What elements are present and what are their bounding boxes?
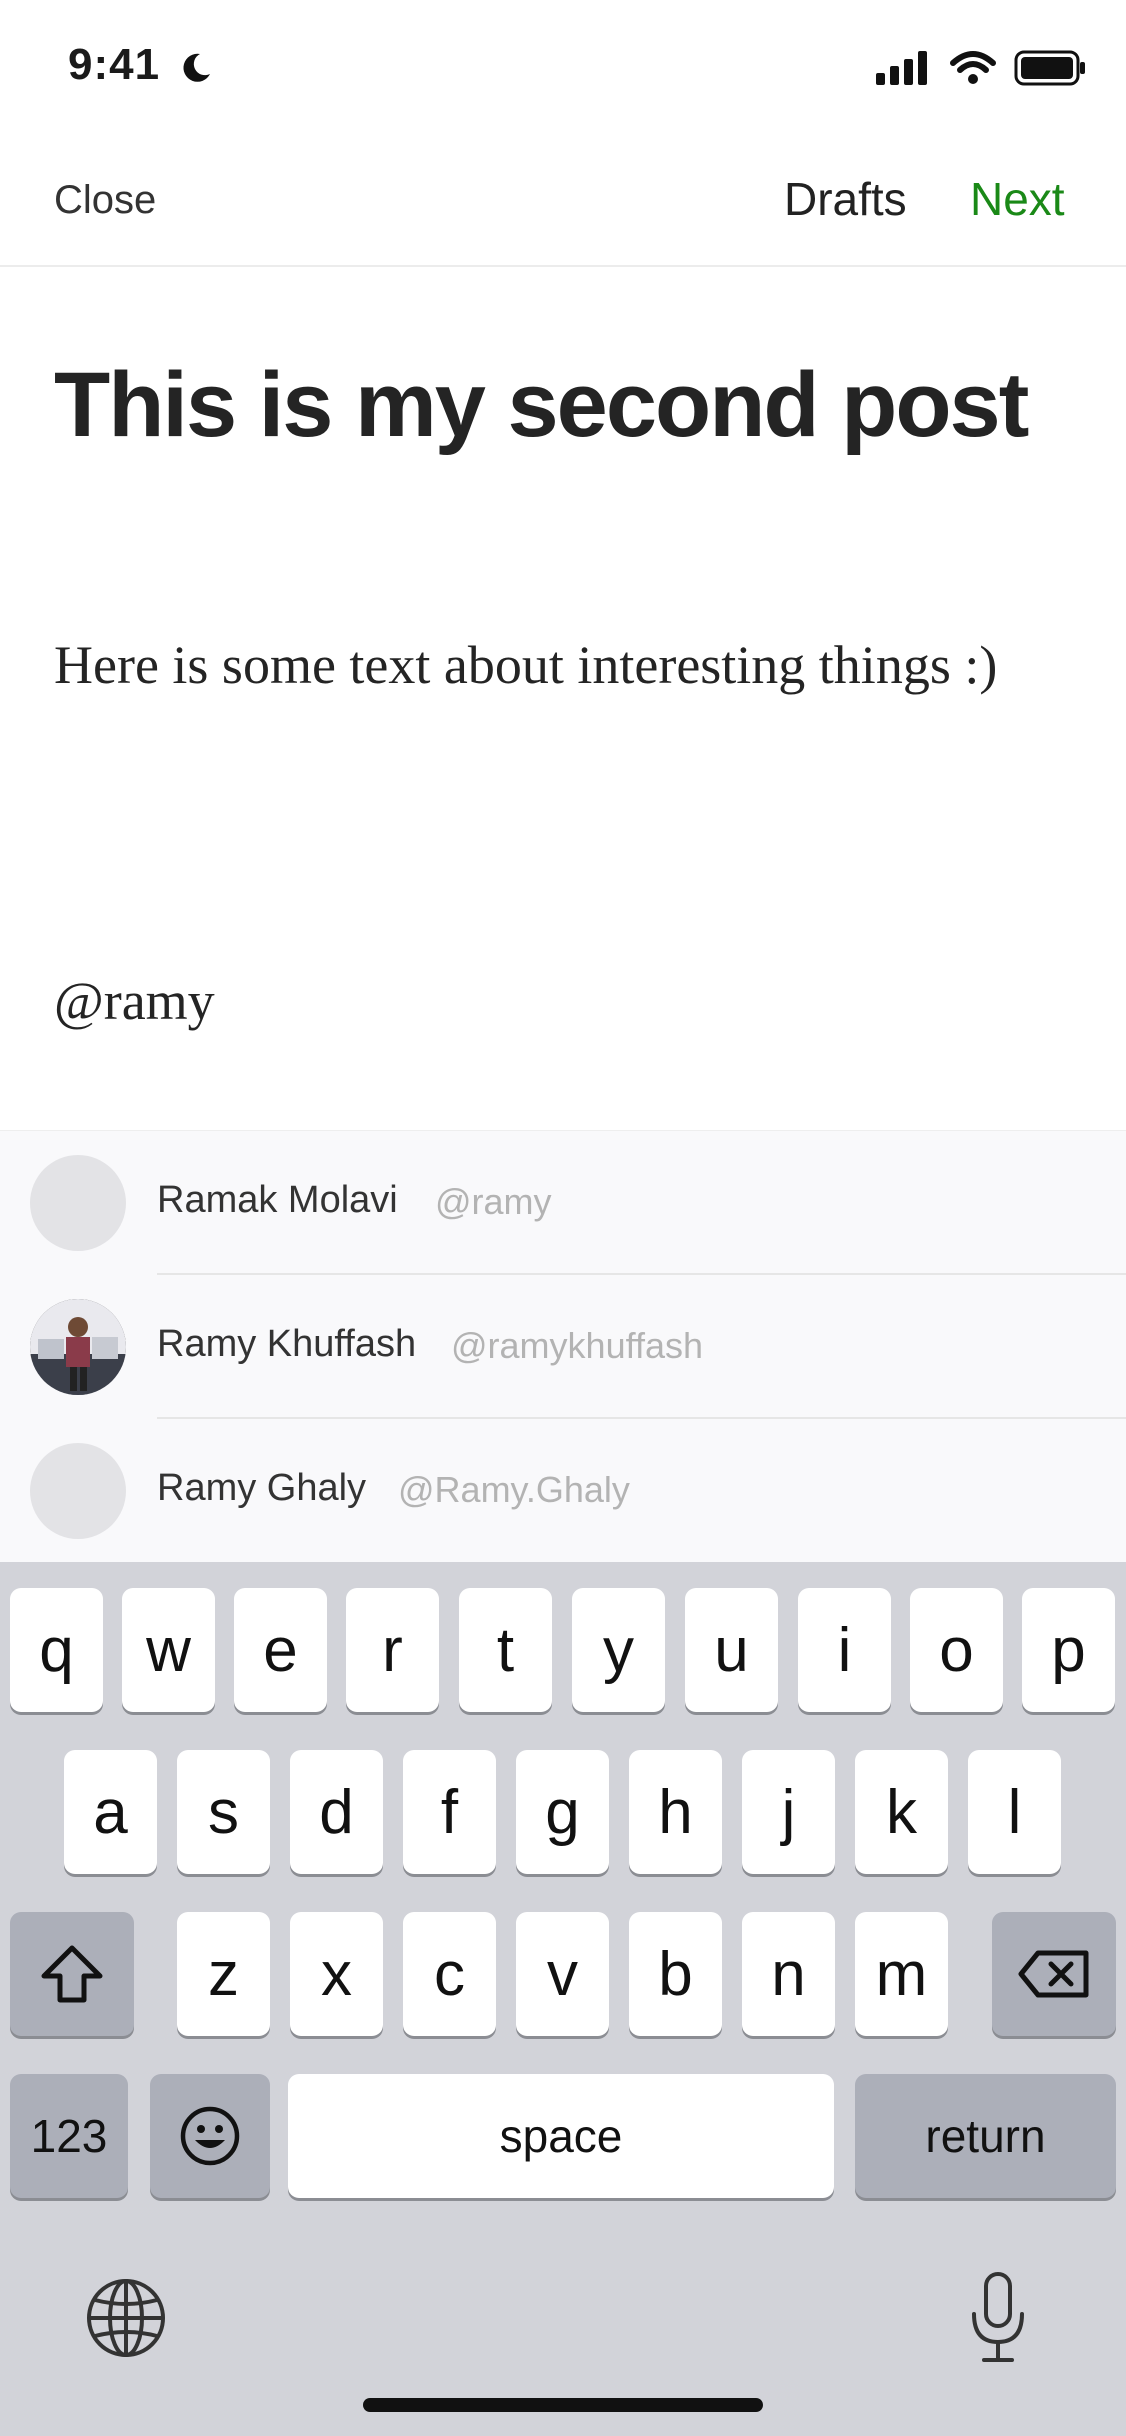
microphone-icon[interactable] — [966, 2270, 1030, 2366]
key-h[interactable]: h — [629, 1750, 722, 1874]
suggestion-item[interactable]: Ramak Molavi @ramy — [0, 1131, 1126, 1275]
avatar — [30, 1443, 126, 1539]
drafts-button[interactable]: Drafts — [784, 172, 907, 226]
user-photo-icon — [30, 1299, 126, 1395]
moon-icon — [183, 53, 210, 82]
key-c[interactable]: c — [403, 1912, 496, 2036]
suggestion-handle: @ramy — [435, 1181, 552, 1222]
keyboard: q w e r t y u i o p a s d f g h j k l z … — [0, 1562, 1126, 2436]
next-button[interactable]: Next — [970, 172, 1065, 226]
key-b[interactable]: b — [629, 1912, 722, 2036]
suggestion-name: Ramak Molavi — [157, 1179, 398, 1221]
key-z[interactable]: z — [177, 1912, 270, 2036]
backspace-icon — [1018, 1950, 1089, 1998]
shift-key[interactable] — [10, 1912, 134, 2036]
status-time: 9:41 — [68, 40, 161, 89]
key-j[interactable]: j — [742, 1750, 835, 1874]
space-key[interactable]: space — [288, 2074, 834, 2198]
wifi-icon — [950, 51, 996, 84]
backspace-key[interactable] — [992, 1912, 1116, 2036]
key-e[interactable]: e — [234, 1588, 327, 1712]
key-k[interactable]: k — [855, 1750, 948, 1874]
signal-icon — [876, 51, 927, 85]
key-s[interactable]: s — [177, 1750, 270, 1874]
globe-icon[interactable] — [84, 2276, 168, 2360]
key-i[interactable]: i — [798, 1588, 891, 1712]
key-f[interactable]: f — [403, 1750, 496, 1874]
post-body[interactable]: Here is some text about interesting thin… — [54, 620, 1054, 710]
key-t[interactable]: t — [459, 1588, 552, 1712]
status-bar: 9:41 — [0, 0, 1126, 140]
key-p[interactable]: p — [1022, 1588, 1115, 1712]
avatar — [30, 1155, 126, 1251]
home-indicator[interactable] — [363, 2398, 763, 2412]
suggestion-item[interactable]: Ramy Ghaly @Ramy.Ghaly — [0, 1419, 1126, 1563]
key-d[interactable]: d — [290, 1750, 383, 1874]
post-title[interactable]: This is my second post — [54, 350, 1094, 460]
mention-suggestions: Ramak Molavi @ramy Ramy Khuffash @ramykh… — [0, 1130, 1126, 1563]
mention-input[interactable]: @ramy — [54, 970, 215, 1032]
key-l[interactable]: l — [968, 1750, 1061, 1874]
return-key[interactable]: return — [855, 2074, 1116, 2198]
emoji-icon — [180, 2106, 240, 2166]
key-o[interactable]: o — [910, 1588, 1003, 1712]
key-v[interactable]: v — [516, 1912, 609, 2036]
key-y[interactable]: y — [572, 1588, 665, 1712]
key-a[interactable]: a — [64, 1750, 157, 1874]
key-w[interactable]: w — [122, 1588, 215, 1712]
key-m[interactable]: m — [855, 1912, 948, 2036]
status-indicators — [876, 50, 1086, 86]
shift-icon — [41, 1945, 103, 2003]
close-button[interactable]: Close — [54, 178, 156, 223]
avatar — [30, 1299, 126, 1395]
suggestion-name: Ramy Ghaly — [157, 1467, 367, 1509]
key-g[interactable]: g — [516, 1750, 609, 1874]
key-n[interactable]: n — [742, 1912, 835, 2036]
key-u[interactable]: u — [685, 1588, 778, 1712]
key-x[interactable]: x — [290, 1912, 383, 2036]
emoji-key[interactable] — [150, 2074, 270, 2198]
numbers-key[interactable]: 123 — [10, 2074, 128, 2198]
suggestion-handle: @Ramy.Ghaly — [398, 1469, 630, 1510]
suggestion-handle: @ramykhuffash — [451, 1325, 703, 1366]
nav-bar: Close Drafts Next — [0, 140, 1126, 267]
suggestion-item[interactable]: Ramy Khuffash @ramykhuffash — [0, 1275, 1126, 1419]
battery-icon — [1014, 50, 1085, 86]
key-q[interactable]: q — [10, 1588, 103, 1712]
suggestion-name: Ramy Khuffash — [157, 1323, 417, 1365]
key-r[interactable]: r — [346, 1588, 439, 1712]
